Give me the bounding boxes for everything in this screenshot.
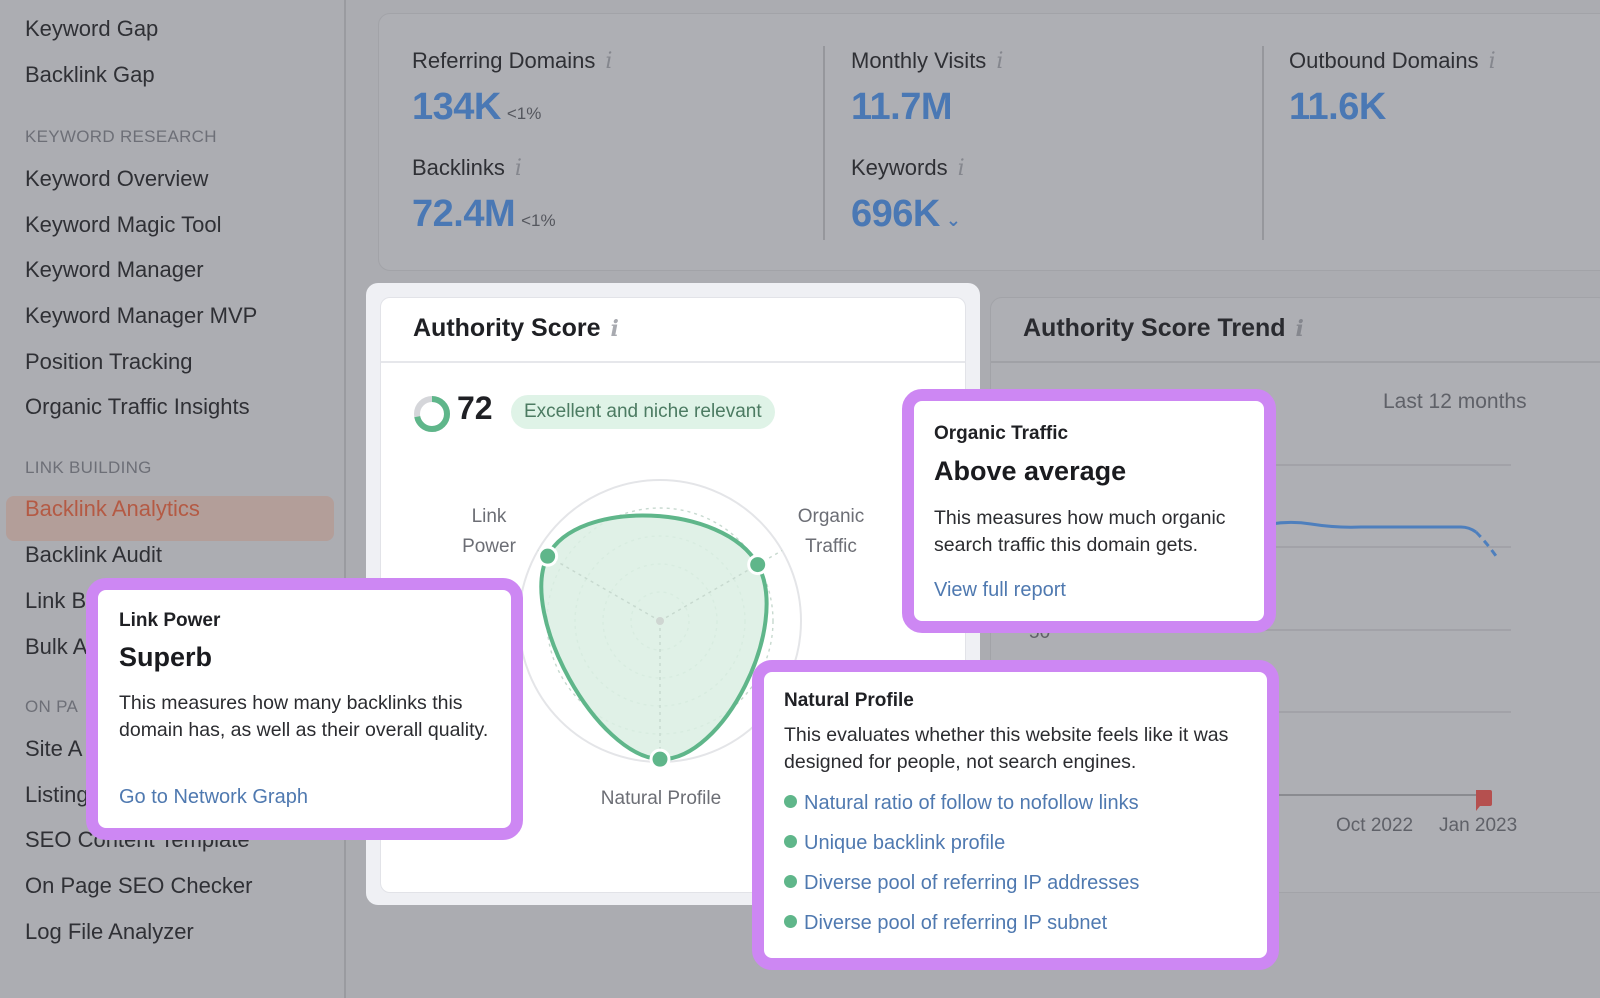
- sidebar-item-keyword-overview[interactable]: Keyword Overview: [25, 166, 208, 192]
- keywords-value[interactable]: 696K ⌄: [851, 193, 961, 236]
- sidebar-section-link-building: LINK BUILDING: [25, 458, 152, 477]
- sidebar-item-keyword-gap[interactable]: Keyword Gap: [25, 16, 158, 42]
- referring-domains-value[interactable]: 134K <1%: [412, 86, 541, 129]
- radar-point-natural-profile[interactable]: [649, 748, 671, 770]
- radar-label-natural-profile: Natural Profile: [600, 788, 722, 809]
- trend-line-projected: [1474, 530, 1498, 557]
- info-icon[interactable]: i: [605, 49, 612, 74]
- radar-point-link-power[interactable]: [537, 545, 559, 567]
- flag-icon[interactable]: [1476, 790, 1492, 811]
- metrics-divider: [823, 46, 825, 240]
- tooltip-organic-traffic: Organic Traffic Above average This measu…: [902, 389, 1276, 633]
- referring-domains-label: Referring Domains i: [412, 48, 613, 74]
- sidebar-item-log-file-analyzer[interactable]: Log File Analyzer: [25, 919, 194, 945]
- sidebar-item-on-page-seo-checker[interactable]: On Page SEO Checker: [25, 873, 252, 899]
- x-tick-label: Oct 2022: [1336, 815, 1413, 836]
- tooltip-kicker: Natural Profile: [784, 690, 914, 711]
- radar-label-link-power: Link Power: [462, 506, 516, 557]
- natural-profile-item[interactable]: Diverse pool of referring IP addresses: [784, 872, 1139, 895]
- sidebar-section-keyword-research: KEYWORD RESEARCH: [25, 127, 217, 146]
- sidebar-section-on-page: ON PA: [25, 697, 79, 716]
- sidebar-item-keyword-manager-mvp[interactable]: Keyword Manager MVP: [25, 303, 257, 329]
- tooltip-link-power: Link Power Superb This measures how many…: [86, 578, 523, 840]
- sidebar-item-position-tracking[interactable]: Position Tracking: [25, 349, 193, 375]
- radar-label-organic-traffic: Organic Traffic: [797, 506, 865, 557]
- tooltip-heading: Above average: [934, 456, 1127, 486]
- backlinks-value[interactable]: 72.4M <1%: [412, 193, 556, 236]
- metrics-panel: Referring Domains i 134K <1% Backlinks i 72…: [378, 13, 1600, 271]
- sidebar: Keyword Gap Backlink Gap KEYWORD RESEARC…: [0, 0, 346, 998]
- monthly-visits-value[interactable]: 11.7M: [851, 86, 953, 129]
- outbound-domains-value[interactable]: 11.6K: [1289, 86, 1386, 129]
- referring-domains-delta: <1%: [506, 104, 542, 123]
- radar-area: [539, 513, 769, 762]
- natural-profile-item[interactable]: Diverse pool of referring IP subnet: [784, 912, 1107, 935]
- tooltip-body: This measures how much organic search tr…: [934, 507, 1226, 556]
- status-dot-icon: [784, 835, 797, 848]
- tooltip-heading: Superb: [119, 642, 213, 672]
- monthly-visits-label: Monthly Visits i: [851, 48, 1004, 74]
- info-icon[interactable]: i: [515, 156, 522, 181]
- chevron-down-icon[interactable]: ⌄: [946, 210, 961, 230]
- tooltip-body: This measures how many backlinks this do…: [119, 692, 489, 741]
- sidebar-item-bulk-analysis[interactable]: Bulk A: [25, 634, 87, 660]
- sidebar-item-keyword-magic-tool[interactable]: Keyword Magic Tool: [25, 212, 221, 238]
- view-full-report-link[interactable]: View full report: [934, 579, 1066, 602]
- status-dot-icon: [784, 875, 797, 888]
- metrics-divider: [1262, 46, 1264, 240]
- radar-center: [656, 617, 664, 625]
- sidebar-item-backlink-gap[interactable]: Backlink Gap: [25, 62, 155, 88]
- info-icon[interactable]: i: [1489, 49, 1496, 74]
- tooltip-kicker: Link Power: [119, 610, 221, 631]
- sidebar-item-site-audit[interactable]: Site A: [25, 736, 82, 762]
- tooltip-natural-profile: Natural Profile This evaluates whether t…: [752, 660, 1279, 970]
- sidebar-item-listing[interactable]: Listing: [25, 782, 89, 808]
- backlinks-delta: <1%: [521, 211, 556, 230]
- info-icon[interactable]: i: [958, 156, 965, 181]
- info-icon[interactable]: i: [996, 49, 1003, 74]
- natural-profile-item[interactable]: Natural ratio of follow to nofollow link…: [784, 792, 1139, 815]
- keywords-label: Keywords i: [851, 155, 965, 181]
- tooltip-body: This evaluates whether this website feel…: [784, 724, 1229, 773]
- sidebar-item-link-building[interactable]: Link B: [25, 588, 86, 614]
- x-tick-label: Jan 2023: [1439, 815, 1517, 836]
- sidebar-item-backlink-audit[interactable]: Backlink Audit: [25, 542, 162, 568]
- radar-point-organic-traffic[interactable]: [747, 554, 769, 576]
- sidebar-item-keyword-manager[interactable]: Keyword Manager: [25, 257, 204, 283]
- tooltip-kicker: Organic Traffic: [934, 423, 1069, 444]
- trend-line: [1260, 520, 1477, 534]
- sidebar-item-backlink-analytics[interactable]: Backlink Analytics: [25, 496, 200, 522]
- sidebar-item-organic-traffic-insights[interactable]: Organic Traffic Insights: [25, 394, 250, 420]
- natural-profile-item[interactable]: Unique backlink profile: [784, 832, 1005, 855]
- outbound-domains-label: Outbound Domains i: [1289, 48, 1496, 74]
- go-to-network-graph-link[interactable]: Go to Network Graph: [119, 786, 308, 809]
- status-dot-icon: [784, 795, 797, 808]
- status-dot-icon: [784, 915, 797, 928]
- backlinks-label: Backlinks i: [412, 155, 522, 181]
